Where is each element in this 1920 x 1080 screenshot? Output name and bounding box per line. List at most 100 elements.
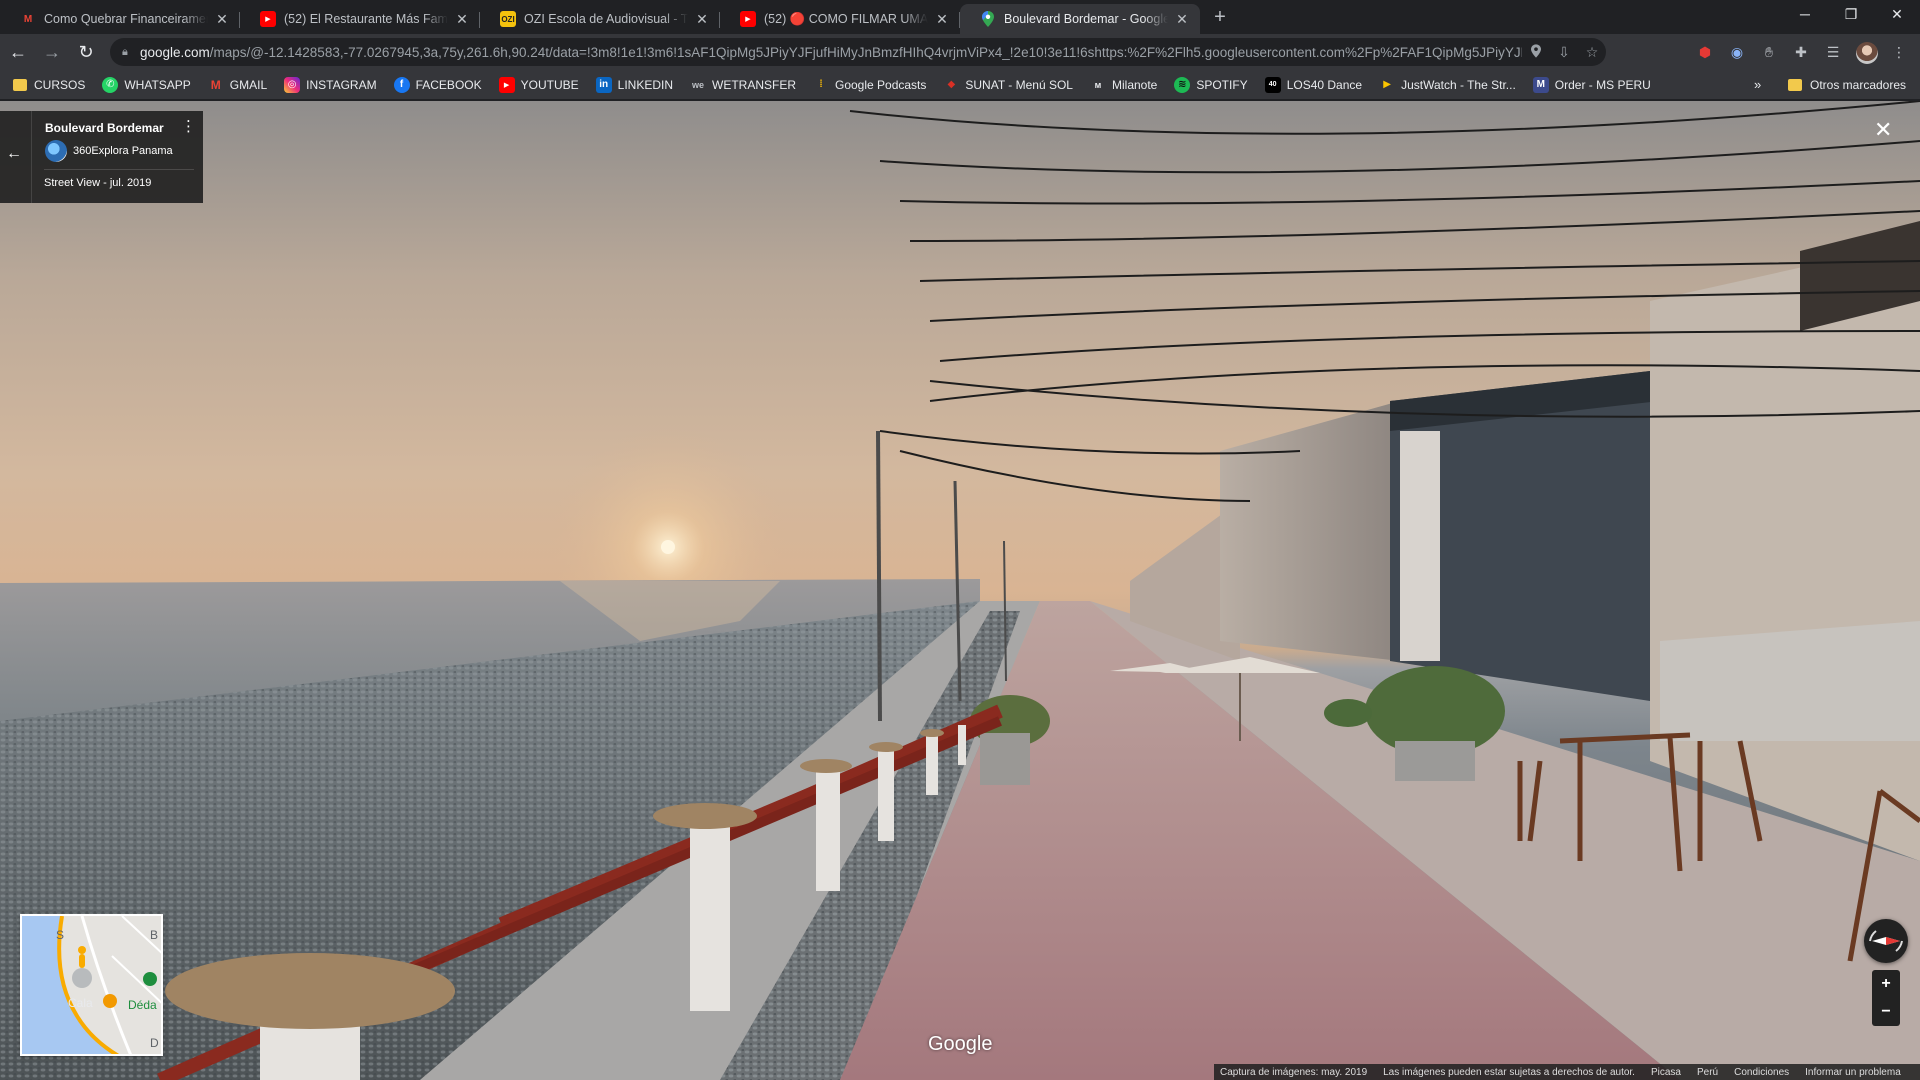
tab-title: (52) 🔴 COMO FILMAR UMA EN — [764, 11, 928, 26]
bookmark-label: GMAIL — [229, 77, 268, 92]
bookmark-los40[interactable]: 40 LOS40 Dance — [1264, 76, 1363, 93]
close-icon[interactable]: ✕ — [214, 11, 230, 27]
tab-gmail[interactable]: M Como Quebrar Financeiramente ✕ — [0, 4, 240, 34]
bookmark-label: Order - MS PERU — [1554, 77, 1651, 92]
bookmarks-more-chevron[interactable]: » — [1754, 77, 1761, 92]
building-mid — [1220, 401, 1400, 661]
bookmark-youtube[interactable]: ▶ YOUTUBE — [498, 76, 579, 93]
panorama-scene[interactable] — [0, 101, 1920, 1080]
whatsapp-icon: ✆ — [102, 76, 119, 93]
avatar[interactable] — [1856, 42, 1878, 64]
kebab-menu-icon[interactable]: ⋮ — [181, 119, 196, 134]
zoom-out-button[interactable]: − — [1872, 998, 1900, 1026]
close-icon[interactable]: ✕ — [1174, 11, 1190, 27]
report-problem-link[interactable]: Informar un problema — [1805, 1067, 1901, 1078]
terms-link[interactable]: Condiciones — [1734, 1067, 1789, 1078]
bookmark-google-podcasts[interactable]: ⁞ Google Podcasts — [813, 77, 926, 93]
minimap[interactable]: S B Cala Déda D — [20, 914, 163, 1056]
adblock-extension-icon[interactable]: ⬢ — [1690, 38, 1720, 66]
folder-icon — [1788, 79, 1802, 91]
puzzle-extensions-icon[interactable]: ✚ — [1786, 38, 1816, 66]
bookmark-label: WETRANSFER — [712, 77, 796, 92]
address-bar[interactable]: 🔒︎ google.com/maps/@-12.1428583,-77.0267… — [110, 38, 1606, 66]
bookmark-spotify[interactable]: ≋ SPOTIFY — [1174, 76, 1248, 93]
minimap-label: B — [150, 928, 159, 942]
bookmark-facebook[interactable]: f FACEBOOK — [393, 76, 482, 93]
minimap-label: D — [150, 1036, 159, 1050]
url-path: /maps/@-12.1428583,-77.0267945,3a,75y,26… — [209, 44, 1522, 60]
bookmark-whatsapp[interactable]: ✆ WHATSAPP — [102, 76, 191, 93]
instagram-icon: ◎ — [284, 76, 301, 93]
sun — [661, 540, 675, 554]
other-bookmarks[interactable]: Otros marcadores — [1788, 70, 1906, 100]
contributor[interactable]: 360Explora Panama — [45, 140, 173, 162]
podcasts-icon: ⁞ — [819, 79, 823, 90]
capture-info: Captura de imágenes: may. 2019 — [1220, 1066, 1368, 1078]
location-icon[interactable] — [1522, 43, 1550, 61]
close-icon[interactable]: ✕ — [694, 11, 710, 27]
tab-youtube-filmar[interactable]: ▶ (52) 🔴 COMO FILMAR UMA EN ✕ — [720, 4, 960, 34]
zoom-in-button[interactable]: + — [1872, 970, 1900, 998]
tab-strip: M Como Quebrar Financeiramente ✕ ▶ (52) … — [0, 0, 1920, 34]
country-label[interactable]: Perú — [1697, 1067, 1718, 1078]
back-arrow-icon[interactable]: ← — [2, 38, 34, 66]
bookmark-linkedin[interactable]: in LINKEDIN — [595, 76, 673, 93]
ms-peru-icon: M — [1532, 76, 1549, 93]
capture-date[interactable]: Street View - jul. 2019 — [44, 177, 151, 189]
hand-extension-icon[interactable]: ✋︎ — [1754, 38, 1784, 66]
forward-arrow-icon[interactable]: → — [36, 38, 68, 66]
bookmark-label: LINKEDIN — [617, 77, 673, 92]
contributor-avatar — [45, 140, 67, 162]
building-column — [1400, 431, 1440, 661]
bookmark-label: Milanote — [1111, 77, 1158, 92]
bookmark-milanote[interactable]: ᴍ Milanote — [1090, 77, 1158, 93]
street-view-panorama[interactable]: ← Boulevard Bordemar ⋮ 360Explora Panama… — [0, 101, 1920, 1080]
los40-icon: 40 — [1264, 76, 1281, 93]
reading-list-icon[interactable]: ☰ — [1818, 38, 1848, 66]
sunat-icon: ◆ — [947, 79, 956, 90]
url-host: google.com — [140, 44, 210, 60]
bookmark-justwatch[interactable]: ▶ JustWatch - The Str... — [1379, 77, 1516, 93]
star-bookmark-icon[interactable]: ☆ — [1578, 44, 1606, 61]
youtube-icon: ▶ — [498, 76, 515, 93]
tab-title: Boulevard Bordemar - Google M — [1004, 12, 1168, 26]
minimap-label: Déda — [128, 998, 157, 1012]
restore-icon[interactable]: ❐ — [1828, 0, 1874, 30]
close-icon[interactable]: ✕ — [454, 11, 470, 27]
url-text[interactable]: google.com/maps/@-12.1428583,-77.0267945… — [140, 45, 1522, 60]
minimize-icon[interactable]: ─ — [1782, 0, 1828, 30]
install-icon[interactable]: ⇩ — [1550, 44, 1578, 61]
tab-google-maps[interactable]: Boulevard Bordemar - Google M ✕ — [960, 4, 1200, 34]
close-icon[interactable]: ✕ — [934, 11, 950, 27]
zoom-control: + − — [1872, 970, 1900, 1026]
lock-icon[interactable]: 🔒︎ — [122, 46, 140, 59]
tab-title: OZI Escola de Audiovisual - Todo — [524, 12, 688, 26]
place-name[interactable]: Boulevard Bordemar — [45, 121, 164, 135]
compass-icon[interactable] — [1864, 919, 1908, 963]
picasa-link[interactable]: Picasa — [1651, 1067, 1681, 1078]
extension-icon[interactable]: ◉ — [1722, 38, 1752, 66]
reload-icon[interactable]: ↻ — [70, 38, 102, 66]
spotify-icon: ≋ — [1174, 76, 1191, 93]
window-controls: ─ ❐ ✕ — [1782, 0, 1920, 30]
close-icon[interactable]: ✕ — [1874, 119, 1892, 141]
bookmark-label: SUNAT - Menú SOL — [965, 77, 1073, 92]
bookmark-label: LOS40 Dance — [1286, 77, 1363, 92]
back-arrow-icon[interactable]: ← — [6, 145, 22, 163]
tab-ozi[interactable]: OZI OZI Escola de Audiovisual - Todo ✕ — [480, 4, 720, 34]
folder-icon — [12, 77, 28, 93]
bookmark-instagram[interactable]: ◎ INSTAGRAM — [284, 76, 377, 93]
street-view-info-card: ← Boulevard Bordemar ⋮ 360Explora Panama… — [0, 111, 203, 203]
bookmark-cursos[interactable]: CURSOS — [12, 77, 85, 93]
close-window-icon[interactable]: ✕ — [1874, 0, 1920, 30]
bookmark-wetransfer[interactable]: we WETRANSFER — [690, 77, 796, 93]
maps-pin-icon — [980, 11, 996, 27]
linkedin-icon: in — [595, 76, 612, 93]
new-tab-button[interactable]: + — [1206, 4, 1234, 32]
kebab-menu-icon[interactable]: ⋮ — [1884, 38, 1914, 66]
youtube-icon: ▶ — [260, 11, 276, 27]
bookmark-gmail[interactable]: M GMAIL — [208, 77, 267, 93]
bookmark-ms-peru[interactable]: M Order - MS PERU — [1532, 76, 1651, 93]
tab-youtube-restaurante[interactable]: ▶ (52) El Restaurante Más Famoso ✕ — [240, 4, 480, 34]
bookmark-sunat[interactable]: ◆ SUNAT - Menú SOL — [943, 77, 1073, 93]
